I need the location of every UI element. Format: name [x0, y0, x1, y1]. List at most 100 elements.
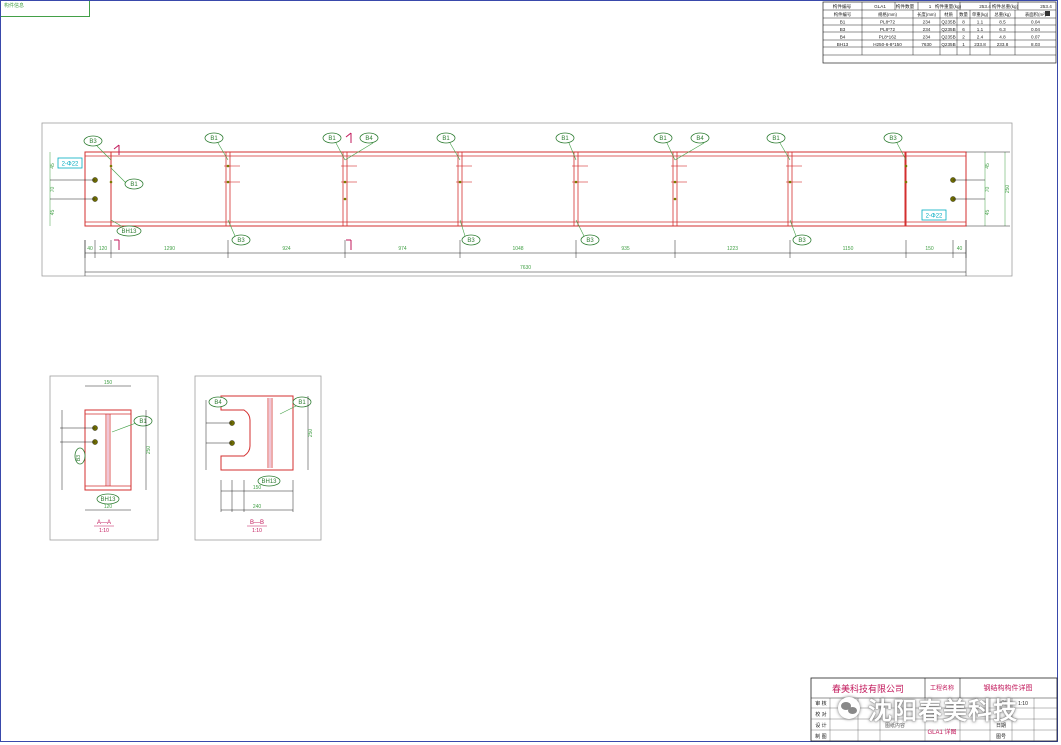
section-label: B—B [250, 520, 264, 526]
dimension-text: 250 [308, 429, 314, 438]
table-cell: 233.8 [997, 42, 1009, 47]
weld-node [109, 164, 113, 168]
section-scale: 1:10 [252, 528, 262, 534]
section-b-view: B4 B1 BH13 250 150 240 B—B 1:10 [205, 395, 314, 534]
table-cell: Q235B [941, 20, 955, 25]
table-cell: 234 [923, 35, 931, 40]
hole-callout-text: 2-Φ22 [926, 214, 943, 220]
signature-row: 制 图 [815, 733, 826, 740]
table-cell: Q235B [941, 27, 955, 32]
part-tag-label: B3 [586, 238, 594, 244]
meta-label: 图号 [996, 734, 1006, 740]
table-cell: PL8*162 [879, 35, 897, 40]
dimension-text: 250 [146, 446, 152, 455]
hole-callout-text: 2-Φ22 [62, 162, 79, 168]
dimension-text: 45 [985, 210, 991, 216]
leader-line [111, 422, 137, 433]
beam-outline [84, 151, 967, 227]
leader-line [279, 405, 297, 415]
table-cell: H250-6-8*150 [873, 42, 902, 47]
table-cell: 7630 [921, 42, 932, 47]
dimension-text: 1150 [843, 246, 854, 252]
part-tag-label: B1 [210, 136, 218, 142]
dimension-text: 1290 [164, 246, 175, 252]
dimension-text: 45 [50, 210, 56, 216]
table-marker [1045, 11, 1050, 16]
part-tag-label: B3 [237, 238, 245, 244]
table-cell: 1 [929, 4, 932, 9]
table-cell: 2.4 [977, 35, 984, 40]
part-tag-label: B1 [298, 400, 306, 406]
table-cell: 构件数量 [896, 3, 915, 10]
weld-node [673, 180, 677, 184]
weld-node [226, 164, 230, 168]
table-cell: GLA1 [874, 4, 886, 9]
weld-node [109, 180, 113, 184]
dimension-text: 1048 [512, 246, 523, 252]
weld-node [343, 180, 347, 184]
part-tag-label: BH13 [261, 479, 277, 485]
table-cell: 8 [962, 20, 965, 25]
section-a-frame [49, 375, 159, 541]
part-tag-label: B3 [798, 238, 806, 244]
dimension-text: 70 [50, 187, 56, 193]
table-cell: 6 [962, 27, 965, 32]
table-cell: 2 [962, 35, 965, 40]
dimension-text: 250 [1005, 185, 1011, 194]
table-cell: PL8*72 [880, 27, 896, 32]
dimension-text: 45 [985, 163, 991, 169]
signature-row: 校 对 [815, 711, 826, 718]
part-tag-label: B4 [696, 136, 704, 142]
section-label: A—A [97, 520, 111, 526]
part-tag-label: B1 [659, 136, 667, 142]
table-cell: B4 [840, 35, 846, 40]
dimension-text: 150 [104, 380, 113, 386]
dimension-text: 974 [398, 246, 407, 252]
part-tag-label: B4 [214, 400, 222, 406]
part-tag-label: B3 [76, 455, 82, 461]
wechat-icon [838, 697, 860, 719]
part-tag-label: B4 [365, 136, 373, 142]
weld-node [343, 197, 347, 201]
part-tag-label: B3 [467, 238, 475, 244]
dimension-text: 150 [253, 485, 262, 491]
dimension-text: 45 [50, 163, 56, 169]
weld-node [574, 180, 578, 184]
table-cell: 0.04 [1031, 20, 1040, 25]
table-cell: 8.5 [999, 20, 1006, 25]
dimension-text: 7630 [520, 265, 531, 271]
table-cell: Q235B [941, 35, 955, 40]
weld-node [673, 197, 677, 201]
part-tag-label: B1 [328, 136, 336, 142]
dimension-text: 150 [925, 246, 934, 252]
dimension-text: 935 [621, 246, 630, 252]
table-header: 总重(kg) [994, 11, 1011, 17]
dimension-text: 924 [282, 246, 291, 252]
part-tag-label: B1 [130, 182, 138, 188]
drawing-canvas[interactable]: 构件编号 GLA1 构件数量 1 构件重量(kg) 253.4 构件总重(kg) 253.4构… [0, 0, 1061, 745]
table-cell: B1 [840, 20, 846, 25]
table-header: 单重(kg) [972, 11, 989, 18]
table-cell: 构件总重(kg) [992, 3, 1019, 10]
section-a-view: B1B3BH13150120250A—A1:10 [60, 380, 153, 534]
table-cell: 4.8 [999, 35, 1006, 40]
table-cell: PL8*72 [880, 20, 896, 25]
table-cell: 253.4 [979, 4, 991, 9]
table-cell: 8.03 [1031, 42, 1040, 47]
weld-node [226, 180, 230, 184]
part-tag-label: BH13 [100, 497, 116, 503]
table-cell: BH13 [837, 42, 849, 47]
table-cell: 6.3 [999, 27, 1006, 32]
table-cell: 构件编号 [833, 3, 852, 10]
signature-row: 审 核 [815, 700, 826, 707]
dimension-text: 40 [957, 246, 963, 252]
table-header: 规格(mm) [878, 11, 898, 18]
table-outline [822, 1, 1057, 64]
section-scale: 1:10 [99, 528, 109, 534]
table-cell: 0.04 [1031, 27, 1040, 32]
dimension-text: 240 [253, 504, 262, 510]
weld-node [904, 180, 908, 184]
table-header: 材质 [944, 11, 953, 18]
table-cell: 233.8 [974, 42, 986, 47]
beam-elevation-view: B3 B1 B1 B4 B1 B1 B1 B4 B1 B3 B1 BH13 B3 B3 B3 B3 2-Φ22 2… [49, 132, 1011, 276]
